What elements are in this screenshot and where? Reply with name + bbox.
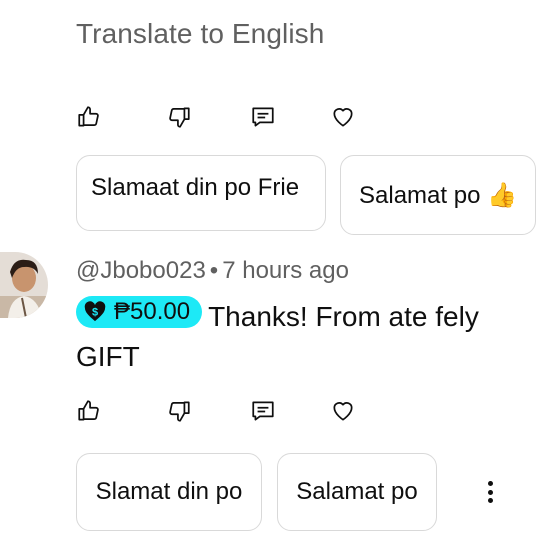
dot (487, 489, 493, 495)
suggested-reply-text: Salamat po (296, 478, 418, 505)
dollar-heart-icon: $ (84, 301, 106, 322)
suggested-reply-text: Salamat po 👍 (359, 181, 517, 209)
reply-button[interactable] (248, 396, 278, 426)
meta-separator: • (209, 257, 219, 284)
dot (487, 498, 493, 503)
like-button[interactable] (74, 396, 104, 426)
heart-icon (333, 108, 353, 127)
avatar[interactable] (0, 252, 48, 318)
reply-icon (252, 401, 274, 421)
thumbs-down-icon (169, 401, 190, 422)
reply-button[interactable] (248, 102, 278, 132)
suggested-reply-text: Slamaat din po Frie (91, 174, 300, 201)
super-thanks-badge: $ ₱50.00 (76, 296, 203, 328)
suggested-reply-chip[interactable]: Salamat po (277, 453, 437, 531)
comment-text-line2: GIFT (76, 341, 140, 372)
heart-button[interactable] (328, 102, 358, 132)
dislike-button[interactable] (164, 102, 194, 132)
dot (487, 481, 493, 486)
reply-icon (252, 107, 274, 127)
avatar-image (0, 252, 48, 318)
thumbs-up-icon (78, 400, 99, 421)
heart-icon (333, 402, 353, 421)
svg-text:$: $ (92, 307, 98, 319)
more-options-icon[interactable] (482, 478, 498, 506)
comment-body: $ ₱50.00 Thanks! From ate fely GIFT (76, 296, 546, 377)
super-thanks-amount: ₱50.00 (114, 298, 191, 325)
comment-time: 7 hours ago (222, 257, 349, 284)
suggested-reply-chip[interactable]: Slamat din po (76, 453, 262, 531)
like-button[interactable] (74, 102, 104, 132)
thumbs-down-icon (169, 107, 190, 128)
heart-button[interactable] (328, 396, 358, 426)
comment-text-line1: Thanks! From ate fely (208, 301, 479, 332)
dislike-button[interactable] (164, 396, 194, 426)
thumbs-up-icon (78, 106, 99, 127)
suggested-reply-text: Slamat din po (95, 478, 243, 505)
translate-link[interactable]: Translate to English (76, 18, 324, 50)
author-name[interactable]: @Jbobo023 (76, 257, 206, 284)
suggested-reply-chip[interactable]: Salamat po 👍 (340, 155, 536, 235)
comment-meta: @Jbobo023 • 7 hours ago (76, 257, 349, 285)
suggested-reply-chip[interactable]: Slamaat din po Frie (76, 155, 326, 231)
